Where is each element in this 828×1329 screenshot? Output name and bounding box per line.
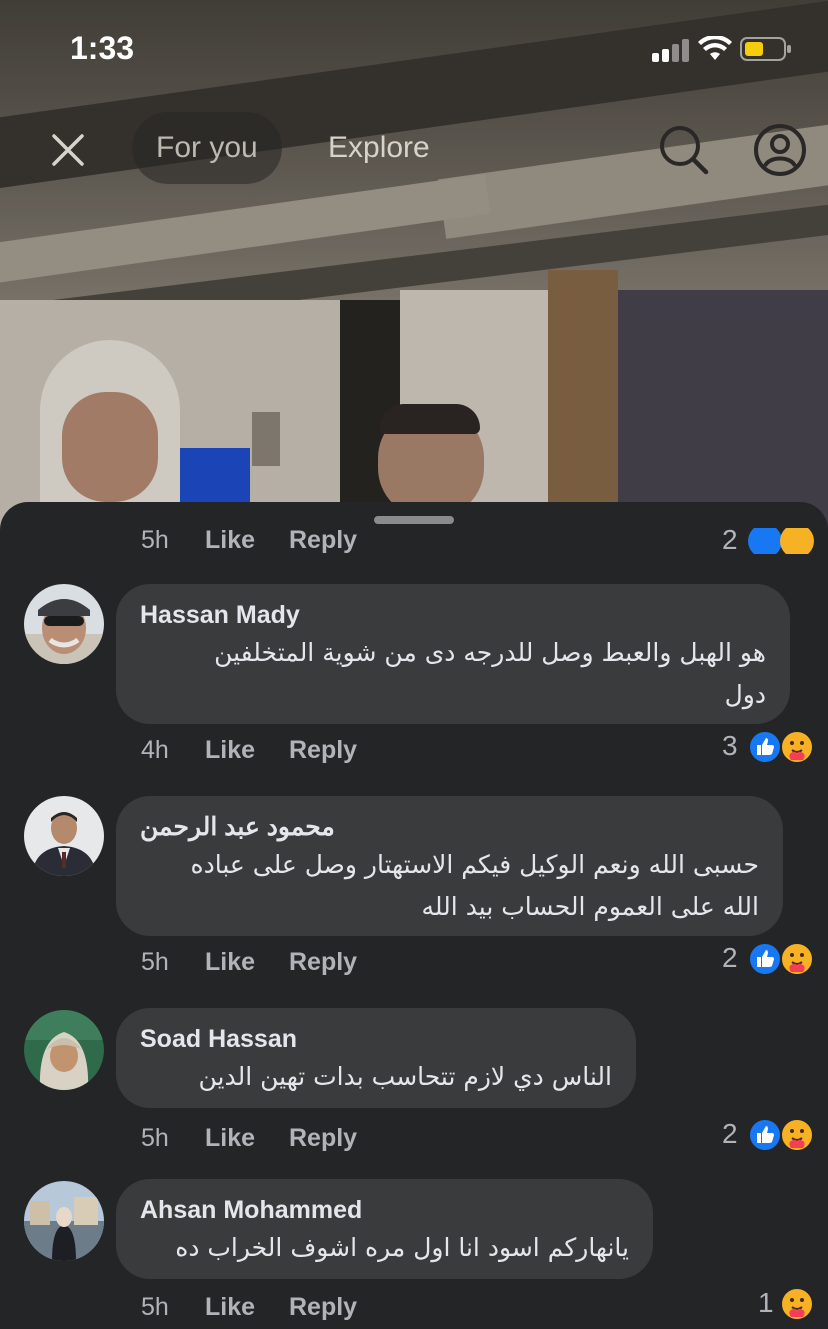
comment-item: Soad Hassan الناس دي لازم تتحاسب بدات ته… [0,1008,828,1178]
care-icon [780,528,814,554]
like-button[interactable]: Like [205,528,255,554]
comment-actions: 5h Like Reply [141,948,441,978]
like-button[interactable]: Like [205,1124,255,1153]
comment-actions: 5h Like Reply [141,1293,441,1323]
avatar[interactable] [24,1010,104,1090]
comment-author[interactable]: Soad Hassan [140,1022,612,1056]
comment-text: حسبى الله ونعم الوكيل فيكم الاستهتار وصل… [190,850,759,879]
reaction-summary[interactable]: 1 [754,1287,820,1323]
comment-item: Hassan Mady هو الهبل والعبط وصل للدرجه د… [0,584,828,784]
comment-text: الله على العموم الحساب بيد الله [421,892,760,921]
reaction-count: 2 [722,528,738,554]
comment-text: يانهاركم اسود انا اول مره اشوف الخراب ده [175,1233,629,1262]
comment-author[interactable]: محمود عبد الرحمن [140,810,759,844]
like-icon [748,1118,782,1152]
battery-icon [740,37,791,61]
profile-icon[interactable] [752,122,808,178]
reply-button[interactable]: Reply [289,948,357,977]
comment-text: هو الهبل والعبط وصل للدرجه دى من شوية ال… [214,638,766,667]
search-icon[interactable] [656,122,710,176]
comment-actions: 4h Like Reply [141,736,441,766]
comment-text: دول [724,680,766,709]
avatar[interactable] [24,796,104,876]
comment-bubble[interactable]: محمود عبد الرحمن حسبى الله ونعم الوكيل ف… [116,796,783,936]
wifi-icon [698,36,732,60]
top-navigation: For you Explore [0,108,828,188]
sheet-drag-handle[interactable] [374,516,454,524]
status-bar: 1:33 [0,0,828,100]
cellular-signal-icon [652,38,690,62]
reaction-count: 3 [722,730,738,761]
like-icon [748,942,782,976]
reaction-summary[interactable]: 2 [720,1118,820,1154]
status-time: 1:33 [70,30,135,66]
reply-button[interactable]: Reply [289,528,357,554]
care-icon [780,1118,814,1152]
partial-comment-actions: 5h Like Reply 2 [0,528,828,554]
care-icon [780,1287,814,1321]
comment-actions: 5h Like Reply [141,1124,441,1154]
tab-for-you[interactable]: For you [132,112,282,184]
avatar[interactable] [24,1181,104,1261]
reaction-count: 2 [722,942,738,973]
comment-bubble[interactable]: Soad Hassan الناس دي لازم تتحاسب بدات ته… [116,1008,636,1108]
comment-time: 4h [141,736,169,764]
reaction-count: 1 [758,1287,774,1318]
like-icon [748,730,782,764]
comment-text: الناس دي لازم تتحاسب بدات تهين الدين [198,1062,612,1091]
like-button[interactable]: Like [205,1293,255,1322]
reaction-count: 2 [722,1118,738,1149]
comment-time: 5h [141,948,169,976]
care-icon [780,942,814,976]
comment-author[interactable]: Ahsan Mohammed [140,1193,629,1227]
tab-explore[interactable]: Explore [304,112,454,184]
reaction-summary[interactable]: 2 [720,942,820,978]
like-icon [748,528,782,554]
care-icon [780,730,814,764]
reaction-summary[interactable]: 2 [720,528,820,554]
comment-time: 5h [141,528,169,554]
comment-time: 5h [141,1293,169,1321]
comment-item: محمود عبد الرحمن حسبى الله ونعم الوكيل ف… [0,796,828,996]
comment-item: Ahsan Mohammed يانهاركم اسود انا اول مره… [0,1179,828,1329]
reply-button[interactable]: Reply [289,1293,357,1322]
like-button[interactable]: Like [205,736,255,765]
comment-bubble[interactable]: Ahsan Mohammed يانهاركم اسود انا اول مره… [116,1179,653,1279]
comment-author[interactable]: Hassan Mady [140,598,766,632]
comment-time: 5h [141,1124,169,1152]
avatar[interactable] [24,584,104,664]
reply-button[interactable]: Reply [289,1124,357,1153]
reaction-summary[interactable]: 3 [720,730,820,766]
like-button[interactable]: Like [205,948,255,977]
comment-bubble[interactable]: Hassan Mady هو الهبل والعبط وصل للدرجه د… [116,584,790,724]
reply-button[interactable]: Reply [289,736,357,765]
close-icon[interactable] [44,126,92,174]
comments-sheet: 5h Like Reply 2 Hassan Mady هو الهبل وال… [0,502,828,1329]
